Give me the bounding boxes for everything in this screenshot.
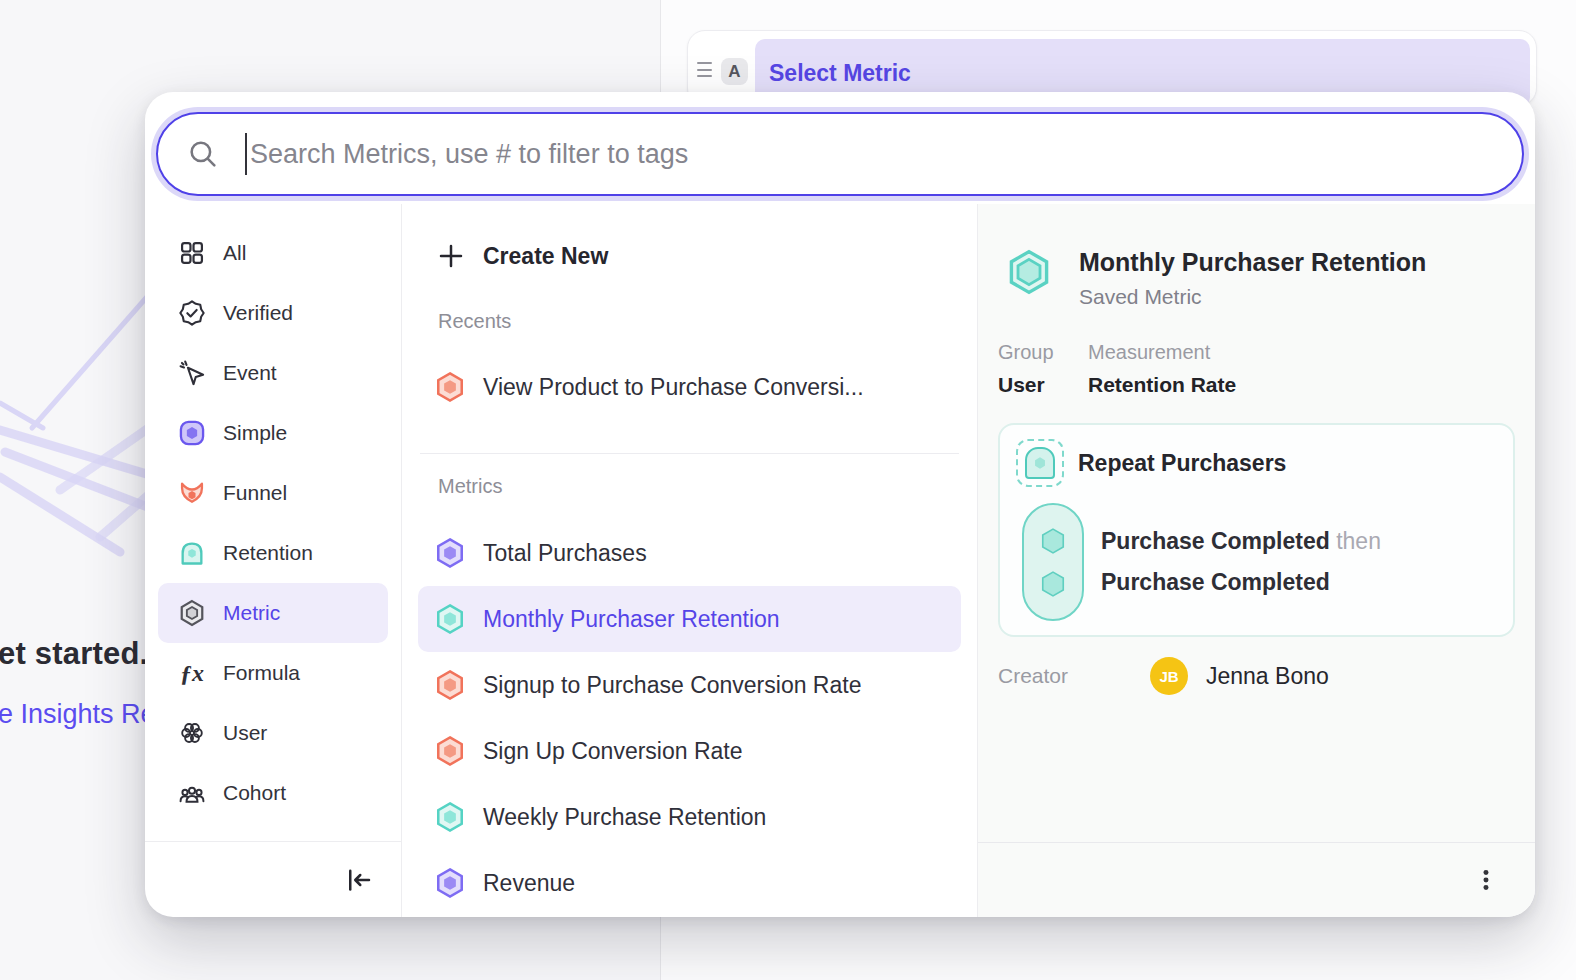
step-hexagon-icon [1038,569,1068,599]
metric-item-label: Signup to Purchase Conversion Rate [483,672,861,699]
metric-item-monthly-purchaser-retention[interactable]: Monthly Purchaser Retention [418,586,961,652]
detail-subtitle: Saved Metric [1079,285,1426,309]
sidebar-item-cohort[interactable]: Cohort [158,763,388,823]
metric-hexagon-icon-teal [434,801,466,833]
sidebar-item-label: Cohort [223,781,286,805]
sidebar-item-label: Simple [223,421,287,445]
list-divider [420,453,959,454]
creator-avatar: JB [1150,657,1188,695]
sidebar-item-retention[interactable]: Retention [158,523,388,583]
text-cursor [245,133,247,175]
series-a-badge: A [721,58,748,85]
step-connector: then [1336,528,1381,554]
metric-item-label: Total Purchases [483,540,647,567]
definition-name: Repeat Purchasers [1078,450,1286,477]
background-text-get-started: et started. [0,636,148,672]
recent-metric-item[interactable]: View Product to Purchase Conversi... [418,354,961,420]
metric-item-revenue[interactable]: Revenue [418,850,961,916]
sidebar-item-formula[interactable]: ƒx Formula [158,643,388,703]
metric-definition-card: Repeat Purchasers Purchase Completed the… [998,423,1515,637]
sidebar-item-label: Metric [223,601,280,625]
category-sidebar: All Verified Event Simple Funnel [145,204,402,917]
search-placeholder: Search Metrics, use # to filter to tags [250,139,688,170]
detail-title: Monthly Purchaser Retention [1079,248,1426,277]
retention-icon [178,539,206,567]
sidebar-item-metric[interactable]: Metric [158,583,388,643]
simple-icon [178,419,206,447]
drag-handle-icon[interactable] [697,62,712,77]
sidebar-item-label: Formula [223,661,300,685]
more-options-icon[interactable] [1473,867,1499,893]
cohort-people-icon [178,779,206,807]
metric-item-label: Sign Up Conversion Rate [483,738,743,765]
detail-footer [978,842,1535,917]
step1-event: Purchase Completed [1101,528,1330,554]
metric-hexagon-icon-purple [434,537,466,569]
funnel-icon [178,479,206,507]
sidebar-item-label: User [223,721,267,745]
measurement-value: Retention Rate [1088,373,1236,397]
sidebar-item-label: Event [223,361,277,385]
formula-icon: ƒx [178,660,206,687]
steps-capsule [1022,503,1084,621]
metric-item-sign-up-conversion[interactable]: Sign Up Conversion Rate [418,718,961,784]
search-icon [186,137,220,171]
metric-item-total-purchases[interactable]: Total Purchases [418,520,961,586]
sidebar-item-verified[interactable]: Verified [158,283,388,343]
sidebar-footer [145,841,401,917]
step2-event: Purchase Completed [1101,569,1381,596]
collapse-sidebar-icon[interactable] [344,865,374,895]
metric-item-label: Revenue [483,870,575,897]
metric-item-label: View Product to Purchase Conversi... [483,374,864,401]
metric-icon [178,599,206,627]
create-new-button[interactable]: Create New [418,228,961,284]
cursor-sparkle-icon [178,359,206,387]
sidebar-item-funnel[interactable]: Funnel [158,463,388,523]
metric-item-weekly-purchase-retention[interactable]: Weekly Purchase Retention [418,784,961,850]
creator-label: Creator [998,664,1150,688]
metrics-section-label: Metrics [438,475,961,498]
creator-name: Jenna Bono [1206,663,1329,690]
group-label: Group [998,341,1062,364]
sidebar-item-simple[interactable]: Simple [158,403,388,463]
metric-item-label: Weekly Purchase Retention [483,804,766,831]
sidebar-item-user[interactable]: User [158,703,388,763]
sidebar-item-all[interactable]: All [158,223,388,283]
step-hexagon-icon [1038,526,1068,556]
metric-item-signup-to-purchase[interactable]: Signup to Purchase Conversion Rate [418,652,961,718]
metric-hexagon-icon-purple [434,867,466,899]
metric-list-panel: Create New Recents View Product to Purch… [402,204,978,917]
metric-picker-dialog: Search Metrics, use # to filter to tags … [145,92,1535,917]
user-flower-icon [178,719,206,747]
metric-hexagon-icon-teal-large [1005,248,1053,296]
metric-hexagon-icon-salmon [434,371,466,403]
sidebar-item-label: Retention [223,541,313,565]
sidebar-item-label: Verified [223,301,293,325]
search-input[interactable]: Search Metrics, use # to filter to tags [156,112,1524,196]
verified-seal-icon [178,299,206,327]
recents-section-label: Recents [438,310,961,333]
background-link-insights-report[interactable]: e Insights Re [0,699,156,730]
plus-icon [436,241,466,271]
metric-hexagon-icon-salmon [434,669,466,701]
sidebar-item-label: Funnel [223,481,287,505]
create-new-label: Create New [483,243,608,270]
retention-definition-icon [1016,439,1064,487]
metric-item-label: Monthly Purchaser Retention [483,606,780,633]
group-value: User [998,373,1062,397]
metric-detail-panel: Monthly Purchaser Retention Saved Metric… [978,204,1535,917]
grid-icon [178,239,206,267]
metric-hexagon-icon-teal [434,603,466,635]
sidebar-item-event[interactable]: Event [158,343,388,403]
metric-hexagon-icon-salmon [434,735,466,767]
sidebar-item-label: All [223,241,246,265]
measurement-label: Measurement [1088,341,1236,364]
